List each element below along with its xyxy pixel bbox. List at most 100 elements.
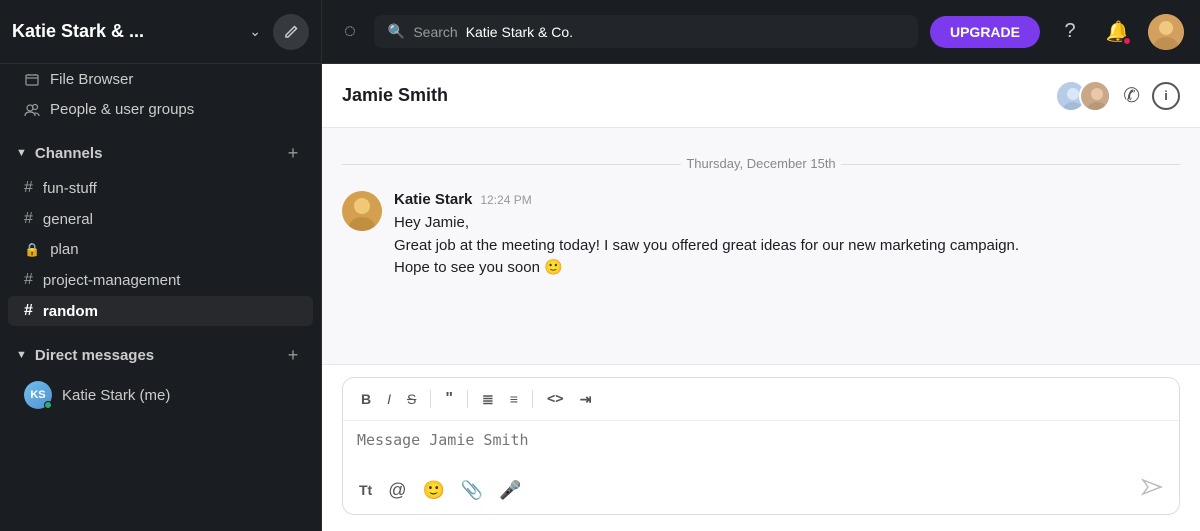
chat-area: Jamie Smith bbox=[322, 64, 1200, 531]
chat-header: Jamie Smith bbox=[322, 64, 1200, 128]
channel-name-general: general bbox=[43, 211, 93, 228]
channel-name-random: random bbox=[43, 303, 98, 320]
message-author: Katie Stark bbox=[394, 191, 472, 208]
hash-icon: # bbox=[24, 179, 33, 197]
edit-button[interactable] bbox=[273, 14, 309, 50]
direct-messages-section-label: ▼ Direct messages bbox=[16, 347, 154, 364]
message-input-box: B I S " ≣ ≡ <> ⇥ Tt @ � bbox=[342, 377, 1180, 515]
attachment-tools: Tt @ 🙂 📎 🎤 bbox=[355, 476, 1137, 505]
bottom-toolbar: Tt @ 🙂 📎 🎤 bbox=[343, 466, 1179, 514]
message-line-2: Great job at the meeting today! I saw yo… bbox=[394, 235, 1180, 258]
topbar-left: Katie Stark & ... ⌄ bbox=[0, 0, 322, 63]
file-browser-icon bbox=[24, 72, 40, 88]
user-avatar bbox=[1148, 14, 1184, 50]
user-avatar-button[interactable] bbox=[1148, 14, 1184, 50]
workspace-name: Katie Stark & ... bbox=[12, 21, 245, 42]
search-bar[interactable]: 🔍 Search Katie Stark & Co. bbox=[374, 15, 918, 48]
code-button[interactable]: <> bbox=[541, 387, 570, 411]
message-line-1: Hey Jamie, bbox=[394, 212, 1180, 235]
search-icon: 🔍 bbox=[388, 23, 405, 40]
messages-area: Thursday, December 15th Katie Stark 12:2… bbox=[322, 128, 1200, 364]
sender-avatar-image bbox=[342, 191, 382, 231]
history-button[interactable]: ◌ bbox=[338, 14, 362, 49]
participant-avatar-2 bbox=[1079, 80, 1111, 112]
participant-avatars bbox=[1055, 80, 1111, 112]
hash-icon: # bbox=[24, 302, 33, 320]
online-status-dot bbox=[44, 401, 52, 409]
toolbar-separator-3 bbox=[532, 390, 533, 408]
sidebar: File Browser People & user groups ▼ Chan… bbox=[0, 64, 322, 531]
channels-section-label: ▼ Channels bbox=[16, 145, 102, 162]
lock-icon: 🔒 bbox=[24, 242, 40, 258]
message-input[interactable] bbox=[343, 421, 1179, 461]
file-browser-label: File Browser bbox=[50, 71, 133, 88]
mention-button[interactable]: @ bbox=[384, 476, 410, 505]
dm-list: KS Katie Stark (me) bbox=[0, 375, 321, 415]
people-icon bbox=[24, 102, 40, 118]
info-button[interactable]: i bbox=[1152, 82, 1180, 110]
italic-button[interactable]: I bbox=[381, 387, 397, 411]
channel-name-plan: plan bbox=[50, 241, 78, 258]
date-divider: Thursday, December 15th bbox=[342, 144, 1180, 183]
add-dm-button[interactable]: + bbox=[281, 343, 305, 367]
direct-messages-section-header[interactable]: ▼ Direct messages + bbox=[8, 337, 313, 373]
message-content: Katie Stark 12:24 PM Hey Jamie, Great jo… bbox=[394, 191, 1180, 280]
workspace-chevron-button[interactable]: ⌄ bbox=[245, 19, 265, 44]
sidebar-item-people[interactable]: People & user groups bbox=[8, 95, 313, 124]
sidebar-item-katie-stark[interactable]: KS Katie Stark (me) bbox=[8, 375, 313, 415]
message-line-3: Hope to see you soon 🙂 bbox=[394, 257, 1180, 280]
channels-list: # fun-stuff # general 🔒 plan # project-m… bbox=[0, 173, 321, 326]
chevron-down-icon: ▼ bbox=[16, 349, 27, 361]
emoji-button[interactable]: 🙂 bbox=[419, 476, 449, 505]
upgrade-button[interactable]: UPGRADE bbox=[930, 16, 1040, 48]
participant-avatar-image-2 bbox=[1081, 82, 1111, 112]
message-time: 12:24 PM bbox=[480, 193, 531, 207]
help-button[interactable]: ? bbox=[1052, 14, 1088, 50]
channel-name-fun-stuff: fun-stuff bbox=[43, 180, 97, 197]
indent-button[interactable]: ⇥ bbox=[574, 387, 598, 412]
sidebar-item-plan[interactable]: 🔒 plan bbox=[8, 235, 313, 264]
sidebar-item-file-browser[interactable]: File Browser bbox=[8, 65, 313, 94]
toolbar-separator-1 bbox=[430, 390, 431, 408]
sidebar-item-fun-stuff[interactable]: # fun-stuff bbox=[8, 173, 313, 203]
chevron-down-icon: ▼ bbox=[16, 147, 27, 159]
people-label: People & user groups bbox=[50, 101, 194, 118]
message-avatar bbox=[342, 191, 382, 231]
message-text: Hey Jamie, Great job at the meeting toda… bbox=[394, 212, 1180, 280]
formatting-toolbar: B I S " ≣ ≡ <> ⇥ bbox=[343, 378, 1179, 421]
sidebar-item-random[interactable]: # random bbox=[8, 296, 313, 326]
attach-button[interactable]: 📎 bbox=[457, 476, 487, 505]
katie-avatar: KS bbox=[24, 381, 52, 409]
search-label: Search bbox=[413, 24, 457, 40]
channels-section-header[interactable]: ▼ Channels + bbox=[8, 135, 313, 171]
unordered-list-button[interactable]: ≡ bbox=[504, 387, 524, 411]
topbar: Katie Stark & ... ⌄ ◌ 🔍 Search Katie Sta… bbox=[0, 0, 1200, 64]
strikethrough-button[interactable]: S bbox=[401, 387, 422, 411]
blockquote-button[interactable]: " bbox=[439, 386, 459, 412]
search-workspace-name: Katie Stark & Co. bbox=[466, 24, 573, 40]
dm-name-katie: Katie Stark (me) bbox=[62, 387, 170, 404]
chat-header-actions: ✆ i bbox=[1055, 80, 1180, 112]
notification-dot bbox=[1122, 36, 1132, 46]
main-layout: File Browser People & user groups ▼ Chan… bbox=[0, 64, 1200, 531]
hash-icon: # bbox=[24, 210, 33, 228]
message-header: Katie Stark 12:24 PM bbox=[394, 191, 1180, 208]
ordered-list-button[interactable]: ≣ bbox=[476, 387, 500, 412]
toolbar-separator-2 bbox=[467, 390, 468, 408]
phone-button[interactable]: ✆ bbox=[1123, 83, 1140, 108]
add-channel-button[interactable]: + bbox=[281, 141, 305, 165]
sidebar-item-project-management[interactable]: # project-management bbox=[8, 265, 313, 295]
edit-icon bbox=[283, 24, 299, 40]
channel-name-project-management: project-management bbox=[43, 272, 181, 289]
notifications-button[interactable]: 🔔 bbox=[1100, 14, 1136, 50]
audio-button[interactable]: 🎤 bbox=[495, 476, 525, 505]
topbar-right: ◌ 🔍 Search Katie Stark & Co. UPGRADE ? 🔔 bbox=[322, 14, 1200, 50]
bold-button[interactable]: B bbox=[355, 387, 377, 411]
message-row: Katie Stark 12:24 PM Hey Jamie, Great jo… bbox=[342, 183, 1180, 288]
send-icon bbox=[1141, 476, 1163, 498]
hash-icon: # bbox=[24, 271, 33, 289]
sidebar-item-general[interactable]: # general bbox=[8, 204, 313, 234]
chat-title: Jamie Smith bbox=[342, 85, 448, 106]
send-button[interactable] bbox=[1137, 472, 1167, 508]
text-style-button[interactable]: Tt bbox=[355, 478, 376, 502]
